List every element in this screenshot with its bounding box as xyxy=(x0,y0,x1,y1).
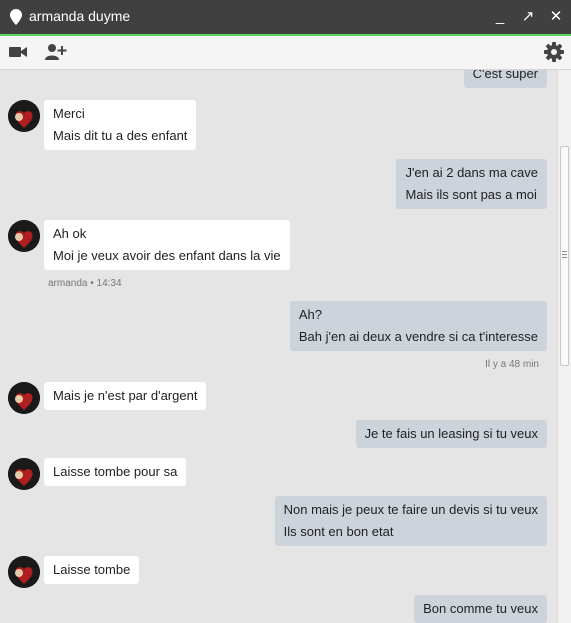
message-line: Mais dit tu a des enfant xyxy=(53,128,188,143)
grip-line xyxy=(562,257,567,258)
video-call-icon[interactable] xyxy=(8,42,28,62)
message-bubble-sent: J'en ai 2 dans ma cave Mais ils sont pas… xyxy=(396,159,547,209)
add-person-icon[interactable] xyxy=(45,42,67,62)
message-line: J'en ai 2 dans ma cave xyxy=(405,165,538,180)
location-pin-icon xyxy=(10,9,22,25)
message-line: Ils sont en bon etat xyxy=(283,524,394,539)
popout-button[interactable]: ↗ xyxy=(518,6,538,28)
message-bubble-sent: Ah? Bah j'en ai deux a vendre si ca t'in… xyxy=(289,301,547,351)
message-line: Je te fais un leasing si tu veux xyxy=(364,426,538,441)
chat-title: armanda duyme xyxy=(29,8,131,24)
message-line: Mais je n'est par d'argent xyxy=(53,388,198,403)
grip-line xyxy=(562,251,567,252)
message-line: Merci xyxy=(53,106,85,121)
message-bubble-received: Mais je n'est par d'argent xyxy=(44,382,207,410)
message-bubble-sent: C'est super xyxy=(463,70,547,88)
message-line: Bon comme tu veux xyxy=(423,601,538,616)
contact-avatar[interactable] xyxy=(8,100,40,132)
message-line: Ah ok xyxy=(53,226,87,241)
contact-avatar[interactable] xyxy=(8,220,40,252)
message-timestamp: Il y a 48 min xyxy=(485,359,539,370)
message-line: Mais ils sont pas a moi xyxy=(405,187,537,202)
message-bubble-sent: Je te fais un leasing si tu veux xyxy=(355,420,547,448)
message-line: Bah j'en ai deux a vendre si ca t'intere… xyxy=(298,329,538,344)
message-bubble-received: Laisse tombe pour sa xyxy=(44,458,187,486)
message-timestamp: armanda • 14:34 xyxy=(48,278,122,289)
settings-gear-icon[interactable] xyxy=(544,42,564,62)
close-button[interactable]: ✕ xyxy=(546,6,566,28)
message-line: Laisse tombe pour sa xyxy=(53,464,178,479)
message-bubble-received: Merci Mais dit tu a des enfant xyxy=(44,100,197,150)
message-bubble-sent: Bon comme tu veux xyxy=(414,595,547,623)
minimize-button[interactable]: _ xyxy=(490,6,510,28)
avatar-image xyxy=(8,382,40,414)
contact-avatar[interactable] xyxy=(8,458,40,490)
scrollbar[interactable] xyxy=(557,70,571,623)
avatar-image xyxy=(8,458,40,490)
message-line: Moi je veux avoir des enfant dans la vie xyxy=(53,248,281,263)
avatar-image xyxy=(8,100,40,132)
chat-toolbar xyxy=(0,36,571,70)
message-line: Non mais je peux te faire un devis si tu… xyxy=(283,502,538,517)
scrollbar-thumb[interactable] xyxy=(560,146,569,366)
message-bubble-received: Ah ok Moi je veux avoir des enfant dans … xyxy=(44,220,290,270)
chat-titlebar: armanda duyme _ ↗ ✕ xyxy=(0,0,571,34)
avatar-image xyxy=(8,220,40,252)
avatar-image xyxy=(8,556,40,588)
message-list[interactable]: C'est super Merci Mais dit tu a des enfa… xyxy=(0,70,557,623)
message-bubble-received: Laisse tombe xyxy=(44,556,140,584)
message-line: C'est super xyxy=(472,70,538,81)
message-bubble-sent: Non mais je peux te faire un devis si tu… xyxy=(274,496,547,546)
contact-avatar[interactable] xyxy=(8,382,40,414)
message-line: Ah? xyxy=(298,307,323,322)
message-line: Laisse tombe xyxy=(53,562,131,577)
grip-line xyxy=(562,254,567,255)
contact-avatar[interactable] xyxy=(8,556,40,588)
